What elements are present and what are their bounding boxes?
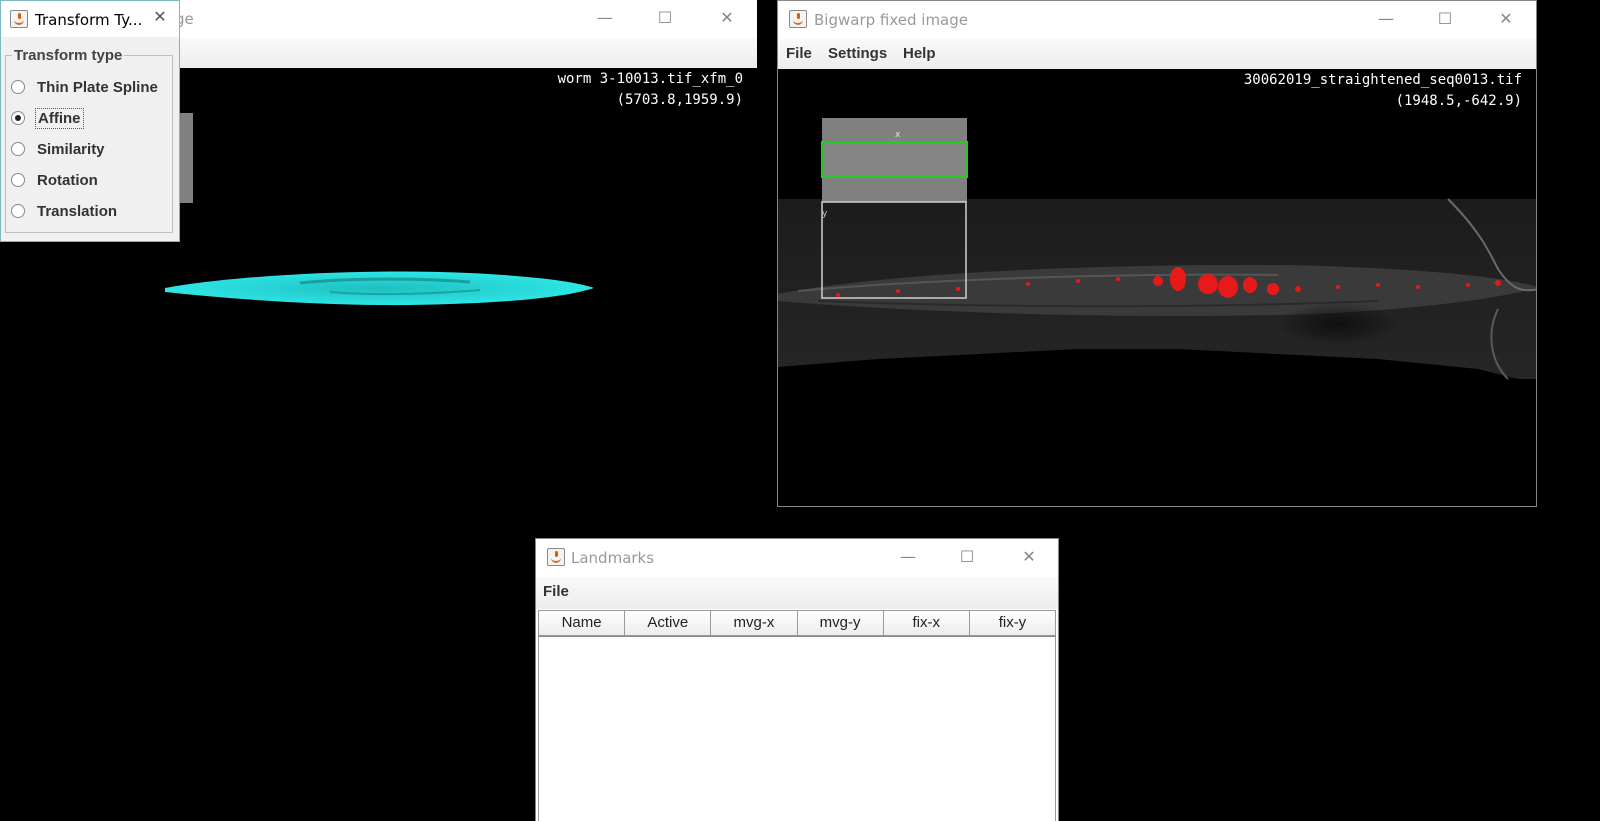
fixed-worm-image [778,118,1536,380]
radio-label: Rotation [37,171,98,189]
transform-type-dialog: Transform Ty... ✕ Transform type Thin Pl… [0,0,180,242]
radio-icon[interactable] [11,204,25,218]
fixed-window-menubar: File Settings Help [778,39,1536,69]
maximize-icon[interactable]: ☐ [1430,7,1460,31]
maximize-icon[interactable]: ☐ [650,6,680,30]
menu-help[interactable]: Help [903,45,936,62]
close-icon[interactable]: ✕ [145,5,175,29]
close-icon[interactable]: ✕ [1014,545,1044,569]
menu-file[interactable]: File [786,45,812,62]
landmarks-title: Landmarks [571,549,655,567]
fixed-window-titlebar[interactable]: Bigwarp fixed image — ☐ ✕ [778,1,1536,39]
java-icon [10,10,28,28]
minimize-icon[interactable]: — [893,545,923,569]
radio-selected-icon[interactable] [11,111,25,125]
transform-type-label: Transform type [14,47,123,64]
landmarks-window: Landmarks — ☐ ✕ File Name Active mvg-x m… [535,538,1059,821]
java-icon [547,548,565,566]
column-header-fix-x[interactable]: fix-x [883,610,970,636]
transform-dialog-title: Transform Ty... [35,11,143,29]
radio-icon[interactable] [11,80,25,94]
column-header-mvg-x[interactable]: mvg-x [711,610,798,636]
fixed-image-viewer[interactable]: 30062019_straightened_seq0013.tif (1948.… [778,69,1536,506]
column-header-active[interactable]: Active [625,610,712,636]
fixed-window-title: Bigwarp fixed image [814,11,968,29]
radio-icon[interactable] [11,142,25,156]
transform-dialog-titlebar[interactable]: Transform Ty... ✕ [1,1,179,37]
column-header-name[interactable]: Name [538,610,626,636]
maximize-icon[interactable]: ☐ [952,545,982,569]
landmarks-table-header: Name Active mvg-x mvg-y fix-x fix-y [538,610,1057,637]
minimize-icon[interactable]: — [1371,7,1401,31]
radio-icon[interactable] [11,173,25,187]
radio-label: Affine [35,107,84,129]
column-header-fix-y[interactable]: fix-y [969,610,1057,636]
radio-thin-plate-spline[interactable]: Thin Plate Spline [11,75,160,99]
radio-label: Translation [37,202,118,220]
landmarks-menubar: File [536,577,1058,609]
radio-rotation[interactable]: Rotation [11,168,100,192]
radio-label: Thin Plate Spline [37,78,158,96]
radio-similarity[interactable]: Similarity [11,137,107,161]
axis-x-label: x [895,130,901,140]
fixed-image-filename: 30062019_straightened_seq0013.tif [1243,72,1522,88]
menu-file[interactable]: File [543,583,569,600]
column-header-mvg-y[interactable]: mvg-y [797,610,884,636]
landmarks-table-body[interactable] [538,637,1056,821]
landmarks-titlebar[interactable]: Landmarks — ☐ ✕ [536,539,1058,577]
fixed-image-coords: (1948.5,-642.9) [1395,93,1522,109]
close-icon[interactable]: ✕ [712,6,742,30]
radio-affine[interactable]: Affine [11,106,84,130]
close-icon[interactable]: ✕ [1491,7,1521,31]
menu-settings[interactable]: Settings [828,45,887,62]
axis-y-label: y [822,209,828,219]
java-icon [789,10,807,28]
fixed-image-window: Bigwarp fixed image — ☐ ✕ File Settings … [777,0,1537,507]
radio-label: Similarity [37,140,105,158]
radio-translation[interactable]: Translation [11,199,119,223]
minimize-icon[interactable]: — [590,6,620,30]
